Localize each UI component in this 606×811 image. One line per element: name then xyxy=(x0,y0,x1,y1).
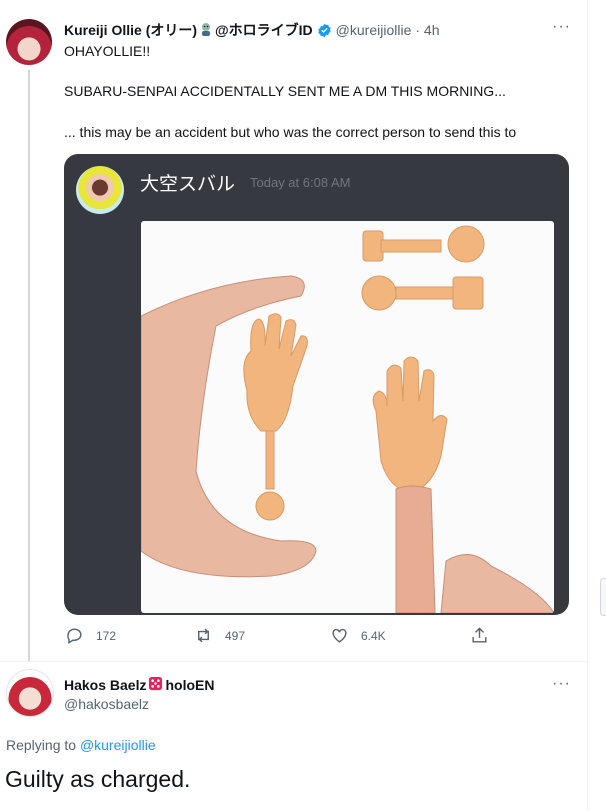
like-button[interactable]: 6.4K xyxy=(330,626,386,645)
more-icon[interactable]: ··· xyxy=(552,18,571,36)
reply-count: 172 xyxy=(96,628,117,643)
verified-badge-icon xyxy=(317,23,332,38)
reply-button[interactable]: 172 xyxy=(65,626,116,645)
dice-icon xyxy=(148,676,163,694)
share-icon xyxy=(472,627,487,643)
tweet-line-2: SUBARU-SENPAI ACCIDENTALLY SENT ME A DM … xyxy=(64,83,506,99)
tweet-author-suffix: @ホロライブID xyxy=(215,22,313,38)
like-count: 6.4K xyxy=(361,628,386,643)
reply-body-text: Guilty as charged. xyxy=(5,766,191,792)
reply-header: Hakos Baelz holoEN xyxy=(64,676,214,694)
replying-to-link[interactable]: @kureijiollie xyxy=(80,737,156,753)
tweet-author-handle[interactable]: @kureijiollie xyxy=(336,22,412,38)
like-icon xyxy=(332,628,347,643)
retweet-button[interactable]: 497 xyxy=(194,626,245,645)
ollie-avatar[interactable] xyxy=(6,19,52,65)
retweet-count: 497 xyxy=(225,628,246,643)
tweet-time[interactable]: · 4h xyxy=(415,22,439,38)
reply-author-name[interactable]: Hakos Baelz xyxy=(64,677,146,693)
replying-to-line: Replying to @kureijiollie xyxy=(6,737,156,753)
timeline-border xyxy=(587,0,588,811)
scroll-tab[interactable] xyxy=(600,578,606,616)
discord-timestamp: Today at 6:08 AM xyxy=(250,175,351,190)
replying-to-prefix: Replying to xyxy=(6,737,77,753)
zombie-emoji-icon xyxy=(199,22,213,39)
small-finger-hands-photo xyxy=(141,221,554,613)
reply-more-icon[interactable]: ··· xyxy=(552,675,571,693)
tweet-divider xyxy=(0,661,587,662)
share-button[interactable] xyxy=(470,626,501,645)
reply-author-suffix: holoEN xyxy=(165,677,215,693)
tweet-line-1: OHAYOLLIE!! xyxy=(64,43,151,59)
baelz-avatar[interactable] xyxy=(6,669,54,717)
retweet-icon xyxy=(198,628,209,643)
reply-icon xyxy=(67,628,82,644)
discord-username: 大空スバル xyxy=(140,174,236,195)
thread-connector-line xyxy=(28,70,30,662)
tweet-media-image[interactable]: 大空スバル Today at 6:08 AM xyxy=(64,154,569,615)
reply-author-handle[interactable]: @hakosbaelz xyxy=(64,696,149,712)
tweet-line-3: ... this may be an accident but who was … xyxy=(64,124,517,140)
discord-avatar xyxy=(76,166,124,214)
tweet-author-name[interactable]: Kureiji Ollie (オリー) xyxy=(64,20,197,40)
tweet-header: Kureiji Ollie (オリー) @ホロライブID @kureijioll… xyxy=(64,20,439,40)
